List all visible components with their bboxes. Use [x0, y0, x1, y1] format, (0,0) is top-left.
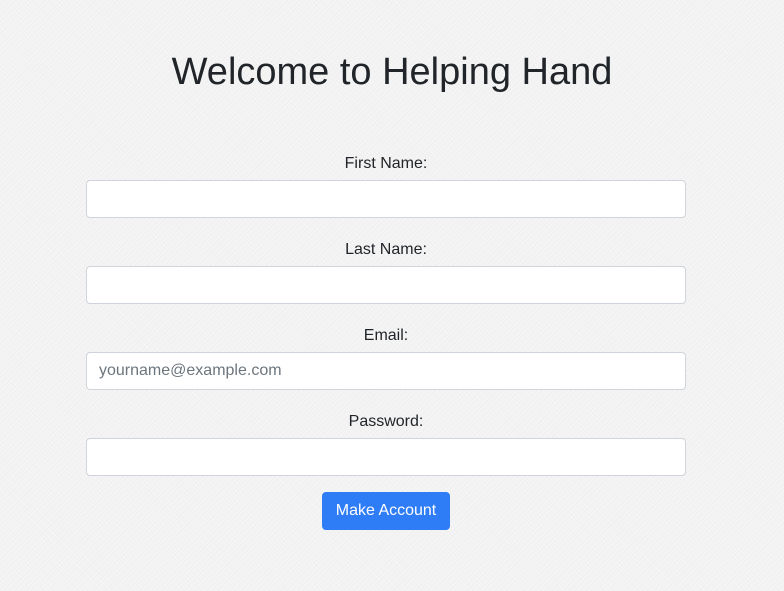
password-input[interactable]	[86, 438, 686, 476]
page-title: Welcome to Helping Hand	[171, 51, 613, 93]
password-label: Password:	[348, 413, 424, 430]
email-input[interactable]	[86, 352, 686, 390]
first-name-group: First Name:	[86, 150, 686, 218]
last-name-group: Last Name:	[86, 236, 686, 304]
signup-form: First Name: Last Name: Email: Password: …	[86, 150, 686, 530]
email-label: Email:	[363, 327, 409, 344]
password-group: Password:	[86, 408, 686, 476]
submit-row: Make Account	[86, 492, 686, 530]
first-name-input[interactable]	[86, 180, 686, 218]
last-name-input[interactable]	[86, 266, 686, 304]
signup-page: Welcome to Helping Hand First Name: Last…	[0, 0, 784, 591]
first-name-label: First Name:	[344, 155, 428, 172]
email-group: Email:	[86, 322, 686, 390]
make-account-button[interactable]: Make Account	[321, 492, 451, 530]
last-name-label: Last Name:	[345, 241, 427, 258]
